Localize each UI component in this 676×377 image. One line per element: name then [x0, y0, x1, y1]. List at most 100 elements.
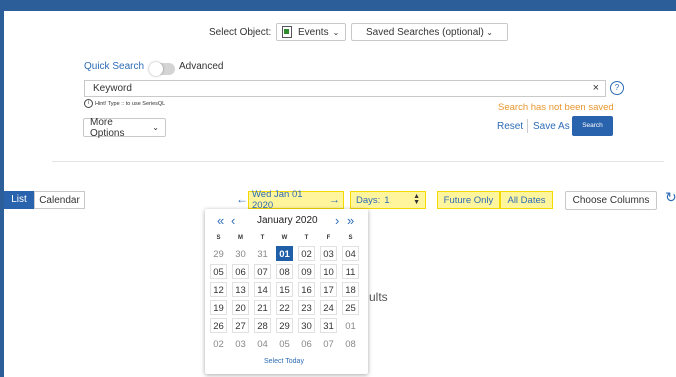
calendar-day[interactable]: 30	[298, 318, 315, 333]
next-year-icon[interactable]: »	[347, 213, 354, 228]
keyword-input[interactable]: Keyword ×	[84, 80, 606, 97]
tab-list[interactable]: List	[4, 191, 34, 209]
toggle-knob	[149, 62, 163, 76]
calendar-day[interactable]: 06	[232, 264, 249, 279]
all-dates-button[interactable]: All Dates	[500, 191, 553, 209]
tab-calendar[interactable]: Calendar	[34, 191, 85, 209]
weekday-label: F	[326, 235, 331, 241]
calendar-day[interactable]: 02	[298, 246, 315, 261]
object-select[interactable]: Events ⌄	[276, 23, 346, 41]
calendar-day[interactable]: 13	[232, 282, 249, 297]
calendar-day[interactable]: 04	[254, 336, 271, 351]
calendar-day[interactable]: 24	[320, 300, 337, 315]
calendar-day[interactable]: 05	[276, 336, 293, 351]
calendar-day[interactable]: 06	[298, 336, 315, 351]
tab-calendar-label: Calendar	[39, 194, 80, 206]
refresh-icon[interactable]: ↻	[665, 189, 676, 206]
hint-row: i Hint! Type :: to use SeriesQL	[84, 99, 165, 108]
help-icon[interactable]: ?	[610, 81, 624, 95]
calendar-day[interactable]: 31	[254, 246, 271, 261]
calendar-day[interactable]: 07	[320, 336, 337, 351]
chevron-down-icon: ⌄	[152, 123, 159, 132]
weekday-label: T	[304, 235, 309, 241]
chevron-down-icon: ⌄	[486, 27, 493, 37]
calendar-day[interactable]: 27	[232, 318, 249, 333]
calendar-day[interactable]: 15	[276, 282, 293, 297]
advanced-label: Advanced	[179, 61, 224, 72]
select-today-link[interactable]: Select Today	[264, 358, 304, 365]
calendar-day[interactable]: 21	[254, 300, 271, 315]
saved-searches-select[interactable]: Saved Searches (optional) ⌄	[351, 23, 508, 41]
date-label: Wed Jan 01 2020	[252, 189, 303, 211]
not-saved-message: Search has not been saved	[498, 102, 614, 113]
document-icon	[282, 26, 292, 38]
calendar-day[interactable]: 10	[320, 264, 337, 279]
calendar-day[interactable]: 05	[210, 264, 227, 279]
calendar-day[interactable]: 09	[298, 264, 315, 279]
hint-text: Hint! Type :: to use SeriesQL	[95, 100, 166, 107]
calendar-day[interactable]: 28	[254, 318, 271, 333]
calendar-day[interactable]: 03	[320, 246, 337, 261]
weekday-label: W	[281, 235, 288, 241]
days-label: Days:	[356, 194, 381, 206]
clear-icon[interactable]: ×	[593, 82, 599, 94]
section-divider	[52, 161, 664, 162]
info-icon: i	[84, 99, 93, 108]
object-select-value: Events	[298, 26, 329, 38]
prev-arrow-icon[interactable]: ←	[236, 192, 248, 206]
choose-columns-button[interactable]: Choose Columns	[565, 191, 657, 210]
stepper-icon[interactable]: ▲ ▼	[413, 193, 420, 206]
date-picker-button[interactable]: Wed Jan 01 2020 →	[248, 189, 344, 211]
calendar-day[interactable]: 07	[254, 264, 271, 279]
calendar-day[interactable]: 08	[342, 336, 359, 351]
calendar-day[interactable]: 02	[210, 336, 227, 351]
calendar-day[interactable]: 20	[232, 300, 249, 315]
future-only-label: Future Only	[443, 194, 494, 206]
calendar-day[interactable]: 04	[342, 246, 359, 261]
days-control[interactable]: Days: 1 ▲ ▼	[350, 191, 426, 209]
all-dates-label: All Dates	[507, 194, 546, 206]
calendar-day[interactable]: 29	[276, 318, 293, 333]
calendar-day[interactable]: 29	[210, 246, 227, 261]
search-button[interactable]: Search	[572, 116, 613, 136]
next-arrow-icon[interactable]: →	[329, 194, 340, 206]
prev-month-icon[interactable]: ‹	[231, 213, 235, 228]
calendar-day-selected[interactable]: 01	[276, 246, 293, 261]
calendar-day[interactable]: 03	[232, 336, 249, 351]
calendar-day[interactable]: 30	[232, 246, 249, 261]
calendar-day[interactable]: 12	[210, 282, 227, 297]
calendar-day[interactable]: 25	[342, 300, 359, 315]
future-only-button[interactable]: Future Only	[437, 191, 500, 209]
calendar-day[interactable]: 23	[298, 300, 315, 315]
calendar-popup: « ‹ January 2020 › » S M T W T F S 29 30 31 01 02 0…	[205, 209, 368, 374]
divider	[527, 119, 528, 133]
more-options-button[interactable]: More Options ⌄	[83, 117, 166, 139]
calendar-day[interactable]: 14	[254, 282, 271, 297]
no-results-text: ults	[369, 290, 388, 304]
select-object-label: Select Object:	[209, 27, 272, 38]
next-month-icon[interactable]: ›	[335, 213, 339, 228]
quick-search-label: Quick Search	[84, 61, 145, 72]
calendar-day[interactable]: 19	[210, 300, 227, 315]
days-value[interactable]: 1	[384, 195, 389, 206]
calendar-day[interactable]: 11	[342, 264, 359, 279]
calendar-day[interactable]: 31	[320, 318, 337, 333]
calendar-day[interactable]: 18	[342, 282, 359, 297]
weekday-label: S	[216, 235, 221, 241]
prev-year-icon[interactable]: «	[217, 213, 224, 228]
calendar-day[interactable]: 08	[276, 264, 293, 279]
reset-link[interactable]: Reset	[497, 121, 523, 132]
calendar-day[interactable]: 17	[320, 282, 337, 297]
advanced-toggle[interactable]	[149, 62, 175, 76]
save-as-link[interactable]: Save As	[533, 121, 570, 132]
calendar-day[interactable]: 22	[276, 300, 293, 315]
calendar-day[interactable]: 16	[298, 282, 315, 297]
calendar-day[interactable]: 01	[342, 318, 359, 333]
choose-columns-label: Choose Columns	[572, 195, 650, 206]
calendar-day[interactable]: 26	[210, 318, 227, 333]
saved-searches-value: Saved Searches (optional)	[366, 26, 484, 38]
keyword-value: Keyword	[93, 83, 132, 94]
weekday-label: T	[260, 235, 265, 241]
chevron-down-icon: ⌄	[332, 27, 340, 37]
weekday-label: S	[348, 235, 353, 241]
